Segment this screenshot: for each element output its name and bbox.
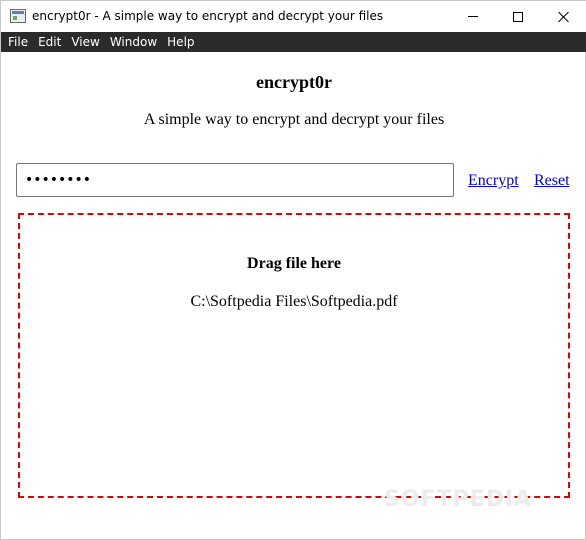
file-drop-zone[interactable]: Drag file here C:\Softpedia Files\Softpe… (18, 213, 570, 498)
window-title: encrypt0r - A simple way to encrypt and … (32, 9, 384, 23)
reset-link[interactable]: Reset (534, 172, 570, 190)
minimize-icon (468, 16, 478, 17)
menu-help[interactable]: Help (162, 32, 199, 52)
selected-file-path: C:\Softpedia Files\Softpedia.pdf (190, 293, 398, 310)
menu-view[interactable]: View (66, 32, 104, 52)
maximize-button[interactable] (495, 1, 541, 32)
menu-window[interactable]: Window (105, 32, 162, 52)
close-button[interactable] (541, 1, 586, 32)
minimize-button[interactable] (450, 1, 496, 32)
menu-file[interactable]: File (3, 32, 33, 52)
app-window: encrypt0r - A simple way to encrypt and … (0, 0, 586, 540)
encrypt-link[interactable]: Encrypt (468, 172, 519, 190)
close-icon (558, 11, 570, 23)
page-subtitle: A simple way to encrypt and decrypt your… (143, 111, 445, 128)
softpedia-watermark: SOFTPEDIA (384, 487, 533, 512)
password-field[interactable] (16, 163, 454, 197)
menu-edit[interactable]: Edit (33, 32, 66, 52)
title-bar[interactable]: encrypt0r - A simple way to encrypt and … (1, 1, 586, 32)
drop-zone-title: Drag file here (247, 255, 341, 272)
app-icon (10, 9, 26, 23)
page-title: encrypt0r (256, 72, 332, 92)
maximize-icon (513, 11, 523, 22)
menu-bar: File Edit View Window Help (1, 32, 586, 52)
